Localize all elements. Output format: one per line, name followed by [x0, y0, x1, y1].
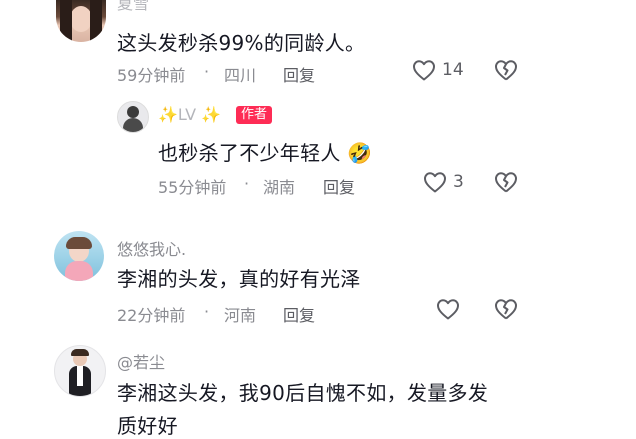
comment-location: 四川	[224, 66, 257, 85]
laughing-emoji-icon: 🤣	[347, 141, 373, 165]
reply-button[interactable]: 回复	[323, 174, 355, 198]
heart-outline-icon	[437, 299, 459, 320]
broken-heart-icon	[495, 172, 517, 193]
comment-text-line1: 李湘这头发，我90后自愧不如，发量多发	[117, 381, 489, 405]
avatar[interactable]	[117, 101, 149, 133]
broken-heart-icon	[495, 299, 517, 320]
comment-text-line2: 质好好	[117, 414, 178, 438]
reply-button[interactable]: 回复	[283, 302, 315, 326]
avatar[interactable]	[54, 345, 106, 397]
comment-text: 这头发秒杀99%的同龄人。	[117, 31, 366, 55]
avatar[interactable]	[54, 231, 104, 281]
like-button[interactable]: 3	[423, 171, 464, 193]
like-button[interactable]: 14	[412, 59, 464, 81]
dislike-button[interactable]	[494, 59, 518, 85]
username-text: ✨LV	[158, 105, 197, 124]
meta-separator: ·	[244, 174, 250, 193]
comment-text: 也秒杀了不少年轻人 🤣	[158, 137, 373, 166]
comment-time: 55分钟前	[158, 178, 227, 197]
comment-username[interactable]: 悠悠我心.	[117, 236, 186, 260]
like-count: 14	[442, 60, 464, 80]
heart-outline-icon	[424, 172, 446, 193]
text-content: 也秒杀了不少年轻人	[158, 141, 341, 165]
sparkles-icon: ✨	[201, 105, 222, 124]
meta-separator: ·	[204, 302, 210, 321]
like-button[interactable]	[436, 298, 460, 324]
comment-username[interactable]: @若尘	[117, 349, 165, 373]
broken-heart-icon	[495, 60, 517, 81]
comment-location: 河南	[224, 306, 257, 325]
author-badge: 作者	[236, 106, 273, 124]
heart-outline-icon	[413, 60, 435, 81]
meta-separator: ·	[204, 62, 210, 81]
dislike-button[interactable]	[494, 171, 518, 197]
comment-time: 22分钟前	[117, 306, 186, 325]
like-count: 3	[453, 172, 464, 192]
comment-text: 李湘的头发，真的好有光泽	[117, 267, 361, 291]
comment-username[interactable]: 夏雪	[117, 0, 149, 14]
comment-time: 59分钟前	[117, 66, 186, 85]
reply-button[interactable]: 回复	[283, 62, 315, 86]
avatar[interactable]	[56, 0, 106, 42]
comment-location: 湖南	[263, 178, 296, 197]
dislike-button[interactable]	[494, 298, 518, 324]
comment-username[interactable]: ✨LV ✨	[158, 105, 221, 124]
